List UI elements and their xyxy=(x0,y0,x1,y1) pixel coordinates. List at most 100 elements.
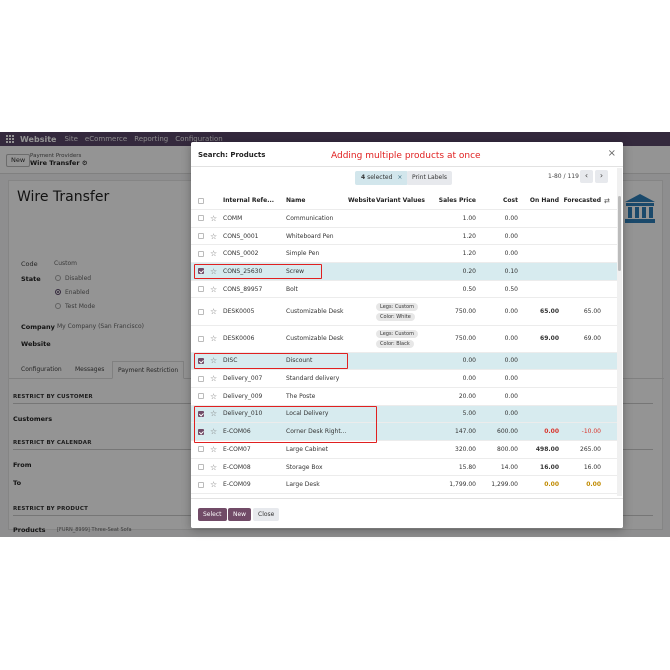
cell-cost: 0.00 xyxy=(504,232,518,240)
table-row[interactable]: ☆ E-COM08 Storage Box 15.80 14.00 16.00 16.00 xyxy=(191,459,617,477)
favorite-star-icon[interactable]: ☆ xyxy=(210,326,220,352)
cell-sales-price: 0.20 xyxy=(462,267,476,275)
table-row[interactable]: ☆ E-COM07 Large Cabinet 320.00 800.00 498.00 2… xyxy=(191,441,617,459)
column-website[interactable]: Website xyxy=(348,192,376,209)
cell-cost: 800.00 xyxy=(497,445,518,453)
cell-cost: 0.00 xyxy=(504,392,518,400)
row-checkbox[interactable] xyxy=(198,370,206,387)
column-internal-reference[interactable]: Internal Refe... xyxy=(223,192,278,209)
favorite-star-icon[interactable]: ☆ xyxy=(210,281,220,298)
list-scrollbar[interactable] xyxy=(617,168,622,496)
row-checkbox[interactable] xyxy=(198,245,206,262)
cell-sales-price: 0.00 xyxy=(462,357,476,365)
table-row[interactable]: ☆ COMM Communication 1.00 0.00 xyxy=(191,210,617,228)
column-cost[interactable]: Cost xyxy=(481,192,518,209)
column-forecasted[interactable]: Forecasted xyxy=(563,192,601,209)
table-row[interactable]: ☆ CONS_0002 Simple Pen 1.20 0.00 xyxy=(191,245,617,264)
cell-forecasted: 65.00 xyxy=(583,308,601,315)
table-row[interactable]: ☆ Delivery_009 The Poste 20.00 0.00 xyxy=(191,388,617,406)
favorite-star-icon[interactable]: ☆ xyxy=(210,441,220,458)
cell-sales-price: 1.20 xyxy=(462,232,476,240)
cell-forecasted: 16.00 xyxy=(583,463,601,471)
cell-sales-price: 0.00 xyxy=(462,375,476,383)
cell-variant-values xyxy=(376,459,436,476)
favorite-star-icon[interactable]: ☆ xyxy=(210,476,220,493)
variant-tag: Legs: Custom xyxy=(376,329,418,338)
annotation-box-delivery-corner-desk xyxy=(194,406,377,443)
table-row[interactable]: ☆ Delivery_007 Standard delivery 0.00 0.00 xyxy=(191,370,617,388)
cell-sales-price: 1.00 xyxy=(462,214,476,222)
column-variant-values[interactable]: Variant Values xyxy=(376,192,431,209)
cell-name: Customizable Desk xyxy=(286,335,344,342)
favorite-star-icon[interactable]: ☆ xyxy=(210,370,220,387)
pager-next-button[interactable]: › xyxy=(595,170,608,183)
column-on-hand[interactable]: On Hand xyxy=(521,192,559,209)
cell-cost: 0.10 xyxy=(504,267,518,275)
close-button[interactable]: Close xyxy=(253,508,280,521)
dialog-header: Search: Products Adding multiple product… xyxy=(191,142,623,167)
cell-name: Storage Box xyxy=(286,463,323,471)
cell-variant-values xyxy=(376,281,436,298)
cell-on-hand xyxy=(521,210,559,227)
table-row[interactable]: ☆ E-COM09 Large Desk 1,799.00 1,299.00 0.00 0.… xyxy=(191,476,617,495)
variant-tag: Legs: Custom xyxy=(376,302,418,311)
table-row[interactable]: ☆ CONS_0001 Whiteboard Pen 1.20 0.00 xyxy=(191,228,617,246)
row-checkbox[interactable] xyxy=(198,476,206,493)
cell-internal-reference: E-COM08 xyxy=(223,463,251,471)
cell-name: Bolt xyxy=(286,285,298,293)
cell-internal-reference: Delivery_007 xyxy=(223,375,263,383)
cell-sales-price: 1,799.00 xyxy=(449,481,476,489)
row-checkbox[interactable] xyxy=(198,228,206,245)
product-search-dialog: Search: Products Adding multiple product… xyxy=(191,142,623,528)
table-row[interactable]: ☆ DESK0005 Customizable Desk Legs: Custom Co… xyxy=(191,299,617,326)
favorite-star-icon[interactable]: ☆ xyxy=(210,459,220,476)
cell-forecasted: 265.00 xyxy=(580,445,601,453)
cell-cost: 0.00 xyxy=(504,375,518,383)
cell-cost: 0.00 xyxy=(504,410,518,418)
column-name[interactable]: Name xyxy=(286,192,336,209)
favorite-star-icon[interactable]: ☆ xyxy=(210,210,220,227)
row-checkbox[interactable] xyxy=(198,459,206,476)
row-checkbox[interactable] xyxy=(198,299,206,325)
scrollbar-thumb[interactable] xyxy=(618,196,621,271)
cell-cost: 0.00 xyxy=(504,357,518,365)
select-all-checkbox[interactable] xyxy=(198,192,206,209)
close-icon[interactable]: × xyxy=(608,148,616,159)
cell-on-hand: 16.00 xyxy=(540,463,559,471)
cell-on-hand xyxy=(521,406,559,423)
cell-forecasted xyxy=(563,406,601,423)
table-row[interactable]: ☆ DESK0006 Customizable Desk Legs: Custom Co… xyxy=(191,326,617,353)
pager-previous-button[interactable]: ‹ xyxy=(580,170,593,183)
favorite-star-icon[interactable]: ☆ xyxy=(210,245,220,262)
select-button[interactable]: Select xyxy=(198,508,227,521)
cell-forecasted xyxy=(563,245,601,262)
cell-internal-reference: DESK0006 xyxy=(223,335,255,342)
cell-internal-reference: E-COM09 xyxy=(223,481,251,489)
row-checkbox[interactable] xyxy=(198,326,206,352)
row-checkbox[interactable] xyxy=(198,388,206,405)
cell-sales-price: 20.00 xyxy=(458,392,476,400)
clear-selection-icon[interactable]: × xyxy=(397,174,402,181)
cell-name: Large Cabinet xyxy=(286,445,328,453)
row-checkbox[interactable] xyxy=(198,281,206,298)
cell-on-hand xyxy=(521,263,559,280)
cell-on-hand: 65.00 xyxy=(540,308,559,315)
row-checkbox[interactable] xyxy=(198,210,206,227)
cell-variant-values xyxy=(376,388,436,405)
favorite-star-icon[interactable]: ☆ xyxy=(210,228,220,245)
optional-columns-icon[interactable]: ⇄ xyxy=(604,192,614,209)
column-sales-price[interactable]: Sales Price xyxy=(436,192,476,209)
favorite-star-icon[interactable]: ☆ xyxy=(210,388,220,405)
cell-internal-reference: E-COM07 xyxy=(223,445,251,453)
table-row[interactable]: ☆ CONS_89957 Bolt 0.50 0.50 xyxy=(191,281,617,299)
variant-tag: Color: Black xyxy=(376,339,414,348)
pager-value[interactable]: 1-80 / 119 xyxy=(548,173,579,180)
favorite-star-icon[interactable]: ☆ xyxy=(210,299,220,325)
print-labels-button[interactable]: Print Labels xyxy=(407,171,453,185)
selected-text: selected xyxy=(365,174,393,181)
cell-internal-reference: CONS_0001 xyxy=(223,232,259,240)
row-checkbox[interactable] xyxy=(198,441,206,458)
new-button[interactable]: New xyxy=(228,508,252,521)
cell-sales-price: 15.80 xyxy=(458,463,476,471)
cell-name: Standard delivery xyxy=(286,375,340,383)
